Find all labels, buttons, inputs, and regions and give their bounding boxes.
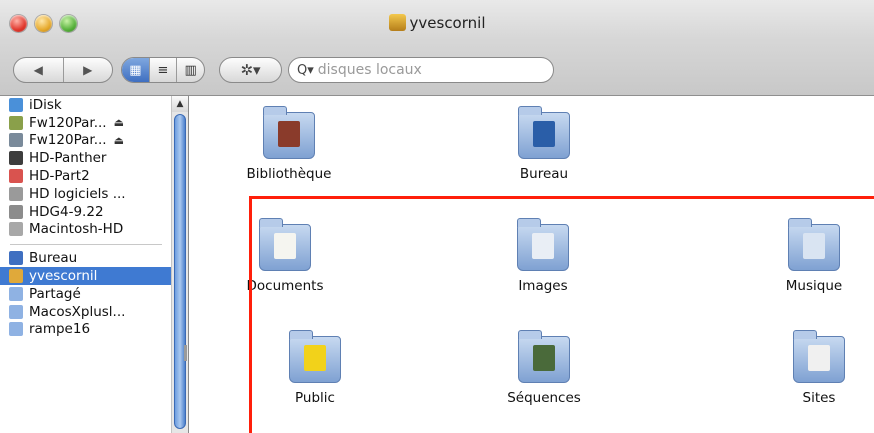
search-icon[interactable]: Q▾	[297, 63, 314, 78]
firewire-disk-icon	[9, 133, 23, 148]
sidebar-item-label: HD-Part2	[29, 168, 90, 185]
sidebar-divider	[10, 244, 162, 246]
sidebar-item-label: rampe16	[29, 321, 91, 338]
sidebar-item-label: Fw120Par...	[29, 114, 107, 131]
idisk-icon	[9, 97, 23, 112]
list-view-button[interactable]: ≡	[148, 58, 177, 82]
folder-icon	[9, 322, 23, 337]
search-placeholder: disques locaux	[317, 62, 422, 78]
sidebar-item-label: Partagé	[29, 285, 81, 302]
home-icon	[9, 269, 23, 284]
hd-part2-icon	[9, 169, 23, 184]
search-field[interactable]: Q▾ disques locaux	[288, 57, 554, 83]
sidebar-item-hdg4[interactable]: HDG4-9.22	[0, 203, 172, 221]
sidebar-item-hd-panther[interactable]: HD-Panther	[0, 149, 172, 167]
desktop-icon	[9, 251, 23, 266]
sidebar-item-idisk[interactable]: iDisk	[0, 96, 172, 114]
hard-disk-icon	[9, 204, 23, 219]
finder-window: yvescornil ◀ ▶ ▦ ≡ ▥ ✲▾ Q▾ disques locau…	[0, 0, 874, 433]
folder-bibliotheque[interactable]: Bibliothèque	[224, 106, 354, 182]
back-forward-control: ◀ ▶	[13, 57, 113, 83]
scroll-up-arrow-icon[interactable]: ▲	[172, 96, 188, 112]
sidebar-item-label: Fw120Par...	[29, 132, 107, 149]
back-button[interactable]: ◀	[14, 58, 64, 82]
sidebar-item-fw120par-1[interactable]: Fw120Par... ⏏	[0, 114, 172, 132]
sidebar: iDisk Fw120Par... ⏏ Fw120Par... ⏏ HD-Panth…	[0, 96, 189, 433]
folder-badge	[278, 121, 300, 147]
sidebar-item-bureau[interactable]: Bureau	[0, 249, 172, 267]
sidebar-list: iDisk Fw120Par... ⏏ Fw120Par... ⏏ HD-Panth…	[0, 96, 172, 338]
firewire-disk-icon	[9, 115, 23, 130]
forward-button[interactable]: ▶	[64, 58, 113, 82]
sidebar-item-label: MacosXplusl...	[29, 303, 126, 320]
eject-icon[interactable]: ⏏	[114, 116, 124, 129]
sidebar-item-label: HD-Panther	[29, 150, 107, 167]
hd-panther-icon	[9, 151, 23, 166]
column-view-button[interactable]: ▥	[176, 58, 204, 82]
sidebar-item-fw120par-2[interactable]: Fw120Par... ⏏	[0, 132, 172, 150]
sidebar-item-partage[interactable]: Partagé	[0, 285, 172, 303]
folder-icon	[9, 304, 23, 319]
sidebar-item-hd-part2[interactable]: HD-Part2	[0, 167, 172, 185]
window-title: yvescornil	[0, 14, 874, 32]
sidebar-item-hd-logiciels[interactable]: HD logiciels ...	[0, 185, 172, 203]
folder-label: Bibliothèque	[246, 166, 332, 182]
sidebar-item-macintosh-hd[interactable]: Macintosh-HD	[0, 221, 172, 239]
action-menu-button[interactable]: ✲▾	[219, 57, 282, 83]
sidebar-item-macosxplusl[interactable]: MacosXplusl...	[0, 303, 172, 321]
sidebar-resize-handle[interactable]	[184, 345, 187, 361]
sidebar-item-label: HD logiciels ...	[29, 185, 126, 202]
title-toolbar-area: yvescornil ◀ ▶ ▦ ≡ ▥ ✲▾ Q▾ disques locau…	[0, 0, 874, 96]
window-title-text: yvescornil	[409, 14, 486, 32]
sidebar-item-label: HDG4-9.22	[29, 203, 104, 220]
annotation-highlight-box	[249, 196, 874, 433]
sidebar-item-label: Bureau	[29, 250, 78, 267]
folder-label: Bureau	[519, 166, 569, 182]
sidebar-item-label: yvescornil	[29, 268, 98, 285]
view-mode-control: ▦ ≡ ▥	[121, 57, 205, 83]
folder-bureau[interactable]: Bureau	[479, 106, 609, 182]
desktop-folder-icon	[518, 106, 570, 159]
sidebar-item-yvescornil[interactable]: yvescornil	[0, 267, 172, 285]
eject-icon[interactable]: ⏏	[114, 134, 124, 147]
sidebar-scrollbar[interactable]: ▲	[171, 96, 188, 433]
icon-view-button[interactable]: ▦	[122, 58, 149, 82]
home-icon	[388, 14, 406, 31]
sidebar-item-label: iDisk	[29, 96, 62, 113]
hard-disk-icon	[9, 222, 23, 237]
hard-disk-icon	[9, 186, 23, 201]
scroll-thumb[interactable]	[174, 114, 186, 429]
folder-icon	[9, 286, 23, 301]
folder-badge	[533, 121, 555, 147]
sidebar-item-rampe16[interactable]: rampe16	[0, 321, 172, 339]
library-folder-icon	[263, 106, 315, 159]
sidebar-item-label: Macintosh-HD	[29, 221, 124, 238]
